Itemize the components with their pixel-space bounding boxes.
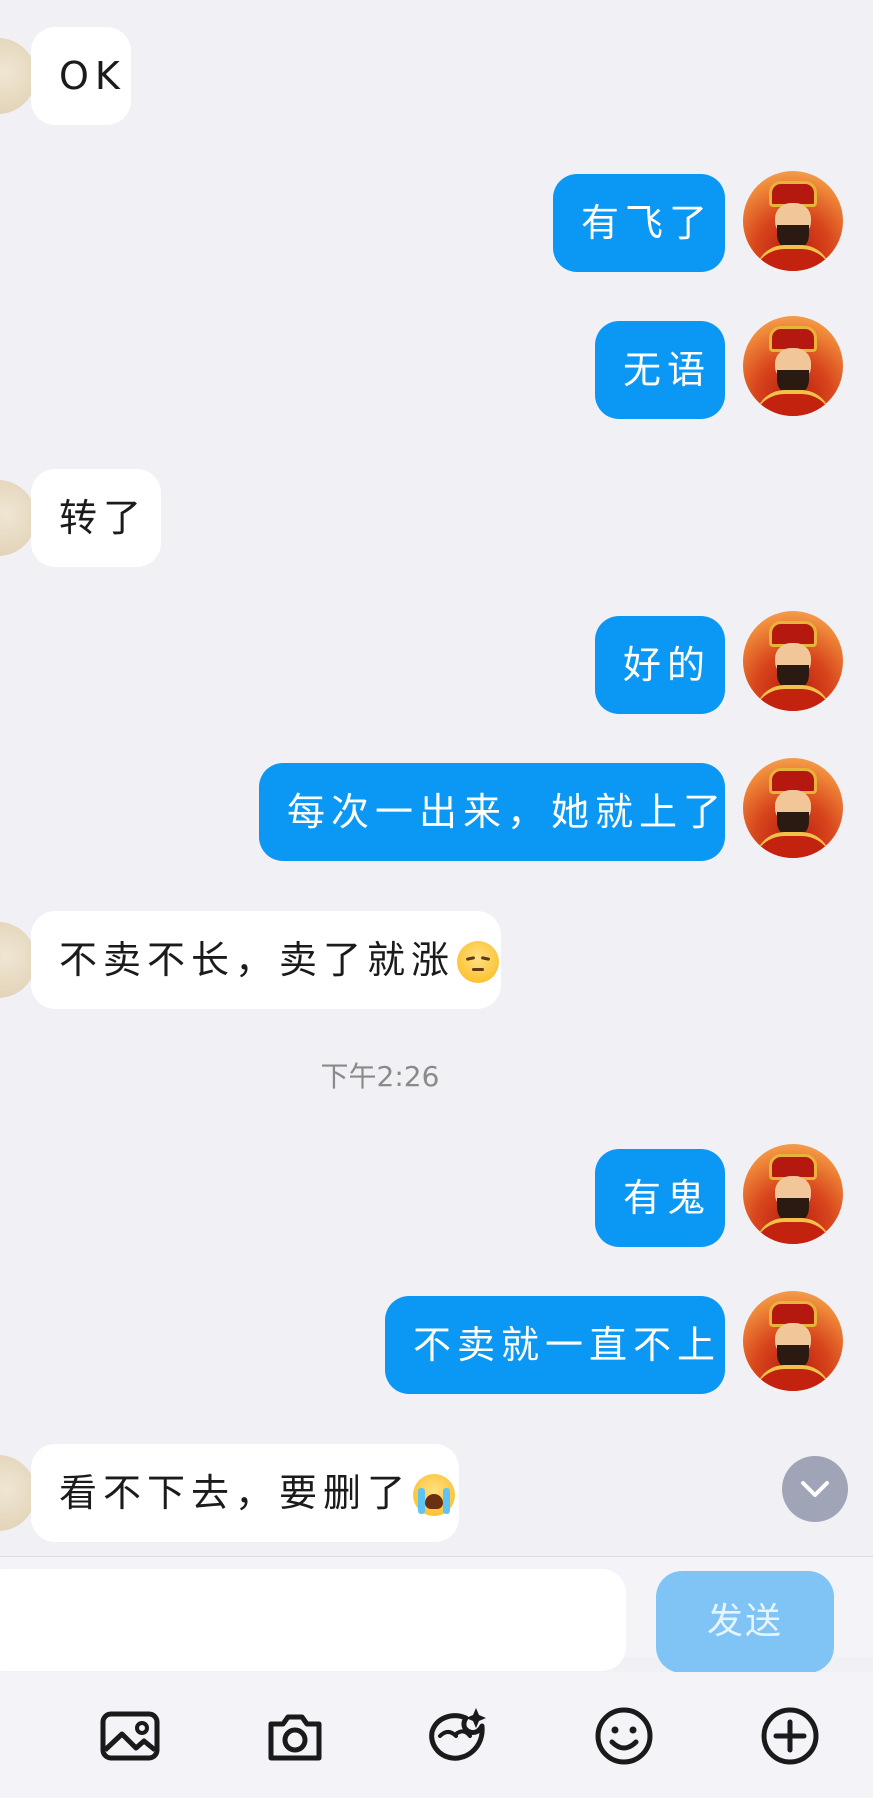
message-row: 看不下去，要删了 — [0, 1444, 873, 1542]
incoming-message-bubble[interactable]: 看不下去，要删了 — [31, 1444, 459, 1542]
message-row: 有飞了 — [0, 171, 873, 272]
outgoing-message-bubble[interactable]: 不卖就一直不上 — [385, 1296, 725, 1394]
outgoing-message-bubble[interactable]: 每次一出来，她就上了 — [259, 763, 725, 861]
message-text: 看不下去，要删了 — [59, 1471, 412, 1515]
message-row: 每次一出来，她就上了 — [0, 758, 873, 861]
sticker-icon[interactable] — [426, 1704, 490, 1768]
message-text: 无语 — [623, 348, 712, 392]
user-avatar[interactable] — [743, 758, 843, 858]
message-input[interactable] — [0, 1569, 626, 1671]
outgoing-message-bubble[interactable]: 有鬼 — [595, 1149, 725, 1247]
message-text: 不卖不长，卖了就涨 — [59, 938, 456, 982]
incoming-message-bubble[interactable]: OK — [31, 27, 131, 125]
send-button[interactable]: 发送 — [656, 1571, 834, 1673]
message-row: 不卖就一直不上 — [0, 1291, 873, 1394]
outgoing-message-bubble[interactable]: 好的 — [595, 616, 725, 714]
message-row: 有鬼 — [0, 1144, 873, 1247]
chevron-down-icon — [801, 1481, 829, 1497]
message-row: 好的 — [0, 611, 873, 714]
loudly-crying-face-icon — [413, 1474, 456, 1516]
chat-message-list[interactable]: OK 有飞了 无语 转了 好的 每次一出来，她就上了 不卖不长，卖了就涨 下午2… — [0, 0, 873, 1556]
message-text: OK — [59, 54, 126, 98]
message-row: 转了 — [0, 469, 873, 567]
message-text: 转了 — [59, 496, 148, 540]
message-text: 有鬼 — [623, 1176, 712, 1220]
emoji-icon[interactable] — [592, 1704, 656, 1768]
user-avatar[interactable] — [743, 1144, 843, 1244]
user-avatar[interactable] — [743, 316, 843, 416]
message-row: 无语 — [0, 316, 873, 419]
plus-icon[interactable] — [758, 1704, 822, 1768]
scroll-to-bottom-button[interactable] — [782, 1456, 848, 1522]
message-text: 每次一出来，她就上了 — [287, 790, 728, 834]
composer-toolbar — [0, 1672, 873, 1798]
image-icon[interactable] — [98, 1704, 162, 1768]
outgoing-message-bubble[interactable]: 有飞了 — [553, 174, 725, 272]
incoming-message-bubble[interactable]: 转了 — [31, 469, 161, 567]
incoming-message-bubble[interactable]: 不卖不长，卖了就涨 — [31, 911, 501, 1009]
user-avatar[interactable] — [743, 171, 843, 271]
message-timestamp: 下午2:26 — [320, 1060, 440, 1093]
message-row: 不卖不长，卖了就涨 — [0, 911, 873, 1009]
outgoing-message-bubble[interactable]: 无语 — [595, 321, 725, 419]
message-text: 有飞了 — [581, 201, 714, 245]
user-avatar[interactable] — [743, 611, 843, 711]
pensive-face-icon — [457, 941, 500, 983]
message-text: 好的 — [623, 643, 712, 687]
camera-icon[interactable] — [263, 1704, 327, 1768]
message-row: OK — [0, 27, 873, 125]
user-avatar[interactable] — [743, 1291, 843, 1391]
message-text: 不卖就一直不上 — [413, 1323, 722, 1367]
composer-bar: 发送 — [0, 1557, 873, 1673]
